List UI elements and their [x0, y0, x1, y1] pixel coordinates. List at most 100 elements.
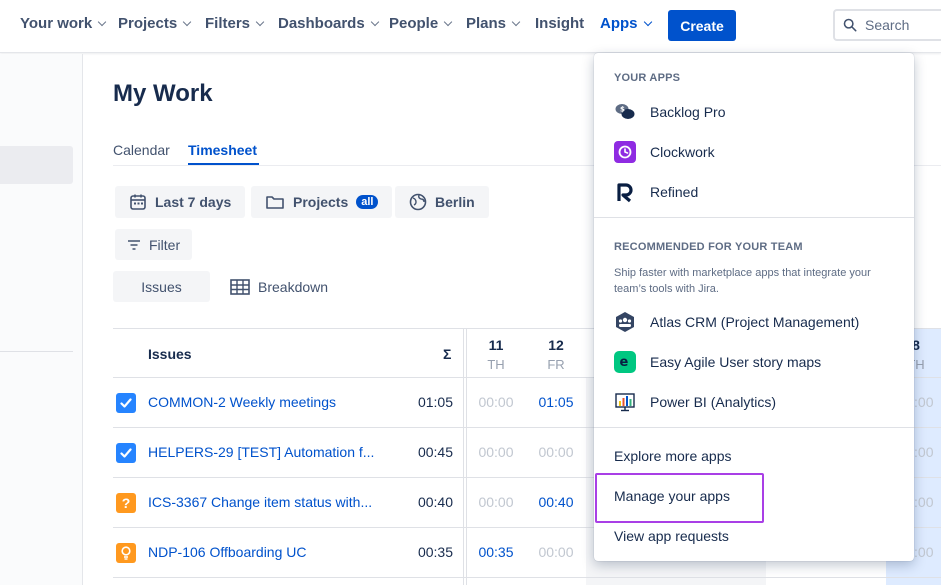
- row-total: 00:35: [417, 544, 453, 560]
- app-easy-agile[interactable]: e Easy Agile User story maps: [614, 351, 821, 373]
- day-name: FR: [547, 357, 565, 372]
- chevron-down-icon: [182, 17, 192, 27]
- nav-apps[interactable]: Apps: [600, 15, 652, 32]
- chevron-down-icon: [370, 17, 379, 27]
- time-cell[interactable]: 00:40: [526, 494, 586, 510]
- top-navigation: Your work Projects Filters Dashboards Pe…: [0, 0, 941, 53]
- refined-icon: [614, 181, 636, 203]
- time-cell[interactable]: 01:05: [526, 394, 586, 410]
- issue-link[interactable]: ICS-3367 Change item status with...: [148, 494, 372, 510]
- app-refined[interactable]: Refined: [614, 181, 698, 203]
- nav-plans-label: Plans: [466, 15, 507, 32]
- day-number: 11: [488, 337, 504, 353]
- nav-plans[interactable]: Plans: [466, 15, 521, 32]
- search-icon: [843, 18, 857, 32]
- app-clockwork[interactable]: Clockwork: [614, 141, 715, 163]
- issue-link[interactable]: HELPERS-29 [TEST] Automation f...: [148, 444, 374, 460]
- app-easy-agile-label: Easy Agile User story maps: [650, 354, 822, 370]
- period-filter-label: Last 7 days: [155, 194, 232, 210]
- row-total: 01:05: [417, 394, 453, 410]
- app-clockwork-label: Clockwork: [650, 144, 715, 160]
- recommended-description: Ship faster with marketplace apps that i…: [614, 267, 871, 295]
- total-column-header: Σ: [443, 346, 452, 362]
- nav-filters-label: Filters: [205, 15, 251, 32]
- nav-insight-label: Insight: [535, 15, 585, 32]
- search-input[interactable]: Search: [833, 9, 941, 41]
- chevron-down-icon: [443, 17, 453, 27]
- day-number: 12: [548, 337, 564, 353]
- recommended-heading: RECOMMENDED FOR YOUR TEAM: [614, 241, 803, 253]
- tab-active-indicator: [188, 163, 259, 165]
- day-name: TH: [487, 357, 505, 372]
- chevron-down-icon: [643, 17, 652, 27]
- power-bi-icon: [614, 391, 636, 413]
- nav-your-work-label: Your work: [20, 15, 93, 32]
- folder-icon: [266, 196, 284, 209]
- easy-agile-icon: e: [614, 351, 636, 373]
- projects-filter-button[interactable]: Projects all: [251, 186, 393, 218]
- task-checkbox-icon: [116, 443, 136, 463]
- app-backlog-pro-label: Backlog Pro: [650, 104, 726, 120]
- atlas-crm-icon: [614, 311, 636, 333]
- svg-text:e: e: [620, 355, 629, 370]
- row-total: 00:40: [417, 494, 453, 510]
- nav-people[interactable]: People: [389, 15, 453, 32]
- time-cell[interactable]: 00:00: [466, 444, 526, 460]
- time-cell[interactable]: 00:35: [466, 544, 526, 560]
- create-button[interactable]: Create: [668, 10, 736, 41]
- chevron-down-icon: [511, 17, 521, 27]
- calendar-icon: [130, 194, 146, 210]
- location-filter-button[interactable]: Berlin: [395, 186, 489, 218]
- app-refined-label: Refined: [650, 184, 699, 200]
- nav-projects-label: Projects: [118, 15, 178, 32]
- nav-filters[interactable]: Filters: [205, 15, 265, 32]
- row-total: 00:45: [417, 444, 453, 460]
- your-apps-heading: YOUR APPS: [614, 72, 681, 84]
- issues-column-header: Issues: [148, 346, 192, 362]
- nav-dashboards[interactable]: Dashboards: [278, 15, 379, 32]
- chevron-down-icon: [97, 17, 107, 27]
- time-cell[interactable]: 00:00: [526, 544, 586, 560]
- location-filter-label: Berlin: [435, 194, 475, 210]
- time-cell[interactable]: 00:00: [526, 444, 586, 460]
- nav-your-work[interactable]: Your work: [20, 15, 107, 32]
- filter-button[interactable]: Filter: [115, 229, 193, 260]
- tab-calendar[interactable]: Calendar: [113, 142, 170, 158]
- time-cell[interactable]: 00:00: [466, 394, 526, 410]
- sidebar-item-selected[interactable]: [0, 146, 73, 184]
- table-icon: [230, 278, 250, 295]
- view-issues-label: Issues: [141, 278, 182, 295]
- nav-dashboards-label: Dashboards: [278, 15, 365, 32]
- nav-people-label: People: [389, 15, 439, 32]
- view-breakdown-button[interactable]: Breakdown: [218, 271, 340, 302]
- app-backlog-pro[interactable]: $ Backlog Pro: [614, 101, 725, 123]
- nav-projects[interactable]: Projects: [118, 15, 192, 32]
- filter-icon: [128, 239, 140, 250]
- filter-label: Filter: [149, 236, 181, 253]
- app-power-bi[interactable]: Power BI (Analytics): [614, 391, 776, 413]
- view-app-requests-link[interactable]: View app requests: [614, 528, 729, 544]
- view-issues-button[interactable]: Issues: [113, 271, 210, 302]
- nav-apps-label: Apps: [600, 15, 638, 32]
- backlog-pro-icon: $: [614, 101, 636, 123]
- projects-filter-label: Projects: [293, 194, 349, 210]
- issue-link[interactable]: NDP-106 Offboarding UC: [148, 544, 306, 560]
- period-filter-button[interactable]: Last 7 days: [115, 186, 246, 218]
- app-power-bi-label: Power BI (Analytics): [650, 394, 777, 410]
- lightbulb-icon: [116, 543, 136, 563]
- search-placeholder: Search: [865, 17, 910, 33]
- time-cell[interactable]: 00:00: [466, 494, 526, 510]
- chevron-down-icon: [255, 17, 265, 27]
- menu-divider: [594, 217, 914, 218]
- tab-timesheet[interactable]: Timesheet: [188, 142, 257, 158]
- app-atlas-crm[interactable]: Atlas CRM (Project Management): [614, 311, 859, 333]
- explore-apps-link[interactable]: Explore more apps: [614, 448, 732, 464]
- projects-badge: all: [356, 195, 379, 209]
- question-icon: ?: [116, 493, 136, 513]
- globe-icon: [409, 193, 427, 211]
- sidebar: [0, 54, 83, 585]
- view-breakdown-label: Breakdown: [258, 278, 329, 295]
- issue-link[interactable]: COMMON-2 Weekly meetings: [148, 394, 336, 410]
- page-title: My Work: [113, 80, 213, 107]
- nav-insight[interactable]: Insight: [535, 15, 584, 32]
